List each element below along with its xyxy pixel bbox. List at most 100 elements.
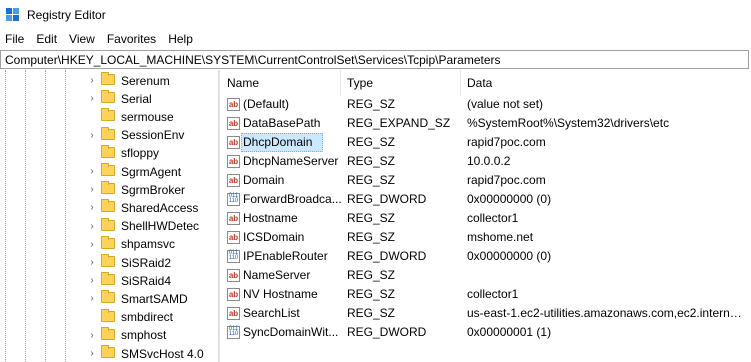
string-value-icon: ab [227,117,240,130]
column-header-name[interactable]: Name [221,70,341,96]
value-name: NameServer [243,268,311,282]
value-data: rapid7poc.com [467,135,546,149]
window-title: Registry Editor [27,8,106,22]
tree-item-label: Serenum [121,73,170,88]
value-data: 0x00000000 (0) [467,249,552,263]
chevron-right-icon[interactable]: › [88,93,96,104]
tree-item-label: Serial [121,91,152,106]
value-row[interactable]: ab Hostname REG_SZ collector1 [221,209,751,228]
string-value-icon: ab [227,307,240,320]
folder-icon [101,217,115,231]
string-value-icon: ab [227,98,240,111]
chevron-right-icon[interactable]: › [88,330,96,341]
values-list[interactable]: Name Type Data ab (Default) REG_SZ (value n… [221,70,751,362]
tree-item-label: sfloppy [121,146,160,161]
binary-value-icon: 011 110 [227,326,240,339]
value-data: rapid7poc.com [467,173,546,187]
menu-edit[interactable]: Edit [30,32,63,46]
value-row[interactable]: ab ICSDomain REG_SZ mshome.net [221,228,751,247]
value-data: %SystemRoot%\System32\drivers\etc [467,116,670,130]
folder-icon [101,272,115,286]
string-value-icon: ab [227,212,240,225]
value-row[interactable]: ab NameServer REG_SZ [221,266,751,285]
tree-item-label: SMSvcHost 4.0 [121,346,204,361]
value-row[interactable]: ab NV Hostname REG_SZ collector1 [221,285,751,304]
tree-item[interactable]: › SessionEnv [0,126,218,145]
value-row[interactable]: ab SearchList REG_SZ us-east-1.ec2-utilitie… [221,304,751,323]
tree-item[interactable]: › SiSRaid4 [0,271,218,290]
value-row[interactable]: 011 110 ForwardBroadca... REG_DWORD 0x000000… [221,190,751,209]
chevron-right-icon[interactable]: › [88,221,96,232]
value-row[interactable]: ab Domain REG_SZ rapid7poc.com [221,171,751,190]
value-row[interactable]: 011 110 SyncDomainWit... REG_DWORD 0x0000000… [221,323,751,342]
chevron-right-icon[interactable]: › [88,293,96,304]
string-value-icon: ab [227,155,240,168]
key-tree[interactable]: › Serenum › Serial sermouse › SessionEnv sflopp… [0,70,219,362]
tree-item[interactable]: › SiSRaid2 [0,253,218,272]
tree-item[interactable]: › SharedAccess [0,198,218,217]
folder-icon [101,163,115,176]
tree-item[interactable]: sermouse [0,107,218,126]
value-row[interactable]: 011 110 IPEnableRouter REG_DWORD 0x00000000 … [221,247,751,266]
pane-splitter[interactable] [219,70,220,362]
folder-icon [101,345,115,358]
value-row[interactable]: ab (Default) REG_SZ (value not set) [221,95,751,114]
value-name: SearchList [243,306,300,320]
tree-item[interactable]: › Serial [0,89,218,108]
value-type: REG_EXPAND_SZ [347,116,451,130]
chevron-right-icon[interactable]: › [88,202,96,213]
column-header-type[interactable]: Type [341,70,461,96]
folder-icon [101,199,115,213]
value-name: DhcpDomain [243,135,313,149]
value-name: (Default) [243,97,290,111]
address-bar[interactable]: Computer\HKEY_LOCAL_MACHINE\SYSTEM\Curre… [0,50,749,69]
menu-file[interactable]: File [0,32,30,46]
tree-item[interactable]: › SgrmAgent [0,162,218,181]
value-type: REG_SZ [347,230,396,244]
chevron-right-icon[interactable]: › [88,130,96,141]
value-row[interactable]: ab DataBasePath REG_EXPAND_SZ %SystemRoot%\… [221,114,751,133]
chevron-right-icon[interactable]: › [88,348,96,359]
column-header-data[interactable]: Data [461,70,751,96]
value-type: REG_SZ [347,268,396,282]
menu-favorites[interactable]: Favorites [101,32,162,46]
tree-item-label: SgrmAgent [121,164,182,179]
menu-help[interactable]: Help [162,32,199,46]
folder-icon [101,72,115,85]
folder-icon [101,181,115,195]
tree-item[interactable]: sfloppy [0,144,218,163]
title-bar: Registry Editor [0,0,751,30]
tree-item[interactable]: › Serenum [0,71,218,90]
value-data: us-east-1.ec2-utilities.amazonaws.com,ec… [467,306,745,320]
tree-item[interactable]: › smphost [0,326,218,345]
value-type: REG_SZ [347,135,396,149]
value-data: collector1 [467,287,519,301]
tree-item[interactable]: smbdirect [0,308,218,327]
value-name: Domain [243,173,285,187]
chevron-right-icon[interactable]: › [88,184,96,195]
value-row[interactable]: ab DhcpNameServer REG_SZ 10.0.0.2 [221,152,751,171]
tree-item[interactable]: › SgrmBroker [0,180,218,199]
value-name: DhcpNameServer [243,154,339,168]
string-value-icon: ab [227,288,240,301]
chevron-right-icon[interactable]: › [88,166,96,177]
tree-item[interactable]: › SmartSAMD [0,289,218,308]
list-header: Name Type Data [221,70,751,96]
value-type: REG_SZ [347,173,396,187]
chevron-right-icon[interactable]: › [88,239,96,250]
menu-view[interactable]: View [63,32,101,46]
value-type: REG_SZ [347,97,396,111]
folder-icon [101,126,115,140]
tree-item[interactable]: › ShellHWDetec [0,217,218,236]
folder-icon [101,326,115,340]
tree-item[interactable]: › SMSvcHost 4.0 [0,344,218,362]
chevron-right-icon[interactable]: › [88,257,96,268]
value-data [467,266,745,285]
folder-icon [101,108,115,122]
tree-item-label: shpamsvc [121,237,176,252]
value-data: (value not set) [467,97,544,111]
value-row[interactable]: ab DhcpDomain REG_SZ rapid7poc.com [221,133,751,152]
tree-item[interactable]: › shpamsvc [0,235,218,254]
chevron-right-icon[interactable]: › [88,275,96,286]
chevron-right-icon[interactable]: › [88,75,96,86]
